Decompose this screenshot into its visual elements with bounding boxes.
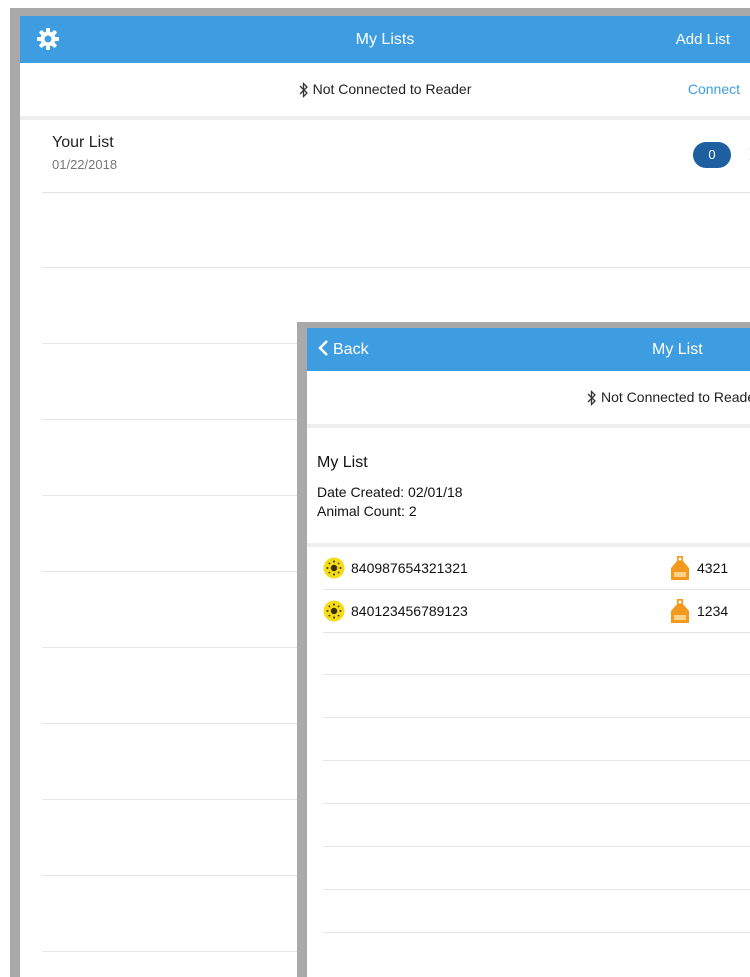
list-info-panel: My List Date Created: 02/01/18 Animal Co… xyxy=(307,428,750,547)
chevron-left-icon xyxy=(318,340,328,357)
eid-tag-icon xyxy=(323,600,345,622)
animal-row[interactable]: 840123456789123 1234 xyxy=(323,590,750,633)
animal-row[interactable]: 840987654321321 4321 xyxy=(323,547,750,590)
row-divider xyxy=(42,267,750,268)
back-label: Back xyxy=(333,341,369,358)
add-list-button[interactable]: Add List xyxy=(676,16,730,63)
eid-tag-icon xyxy=(323,557,345,579)
connect-button[interactable]: Connect xyxy=(688,63,740,116)
visual-tag-number: 1234 xyxy=(697,603,729,619)
row-divider xyxy=(323,846,750,847)
reader-status-bar: Not Connected to Reader Connect xyxy=(20,63,750,120)
eid-number: 840987654321321 xyxy=(351,560,468,576)
animal-count: Animal Count: 2 xyxy=(317,503,417,519)
ear-tag-icon xyxy=(671,599,689,623)
reader-status-text: Not Connected to Reader xyxy=(601,389,750,405)
row-divider xyxy=(323,717,750,718)
list-detail-screen: Back My List Not Connected to Reader My … xyxy=(297,322,750,977)
row-divider xyxy=(323,674,750,675)
reader-status: Not Connected to Reader xyxy=(20,63,750,116)
count-badge: 0 xyxy=(693,142,731,168)
row-divider xyxy=(323,760,750,761)
list-item[interactable]: Your List 01/22/2018 0 xyxy=(42,120,750,193)
back-button[interactable]: Back xyxy=(317,328,369,371)
reader-status-bar: Not Connected to Reader xyxy=(307,371,750,428)
bluetooth-icon xyxy=(299,82,308,99)
ear-tag-icon xyxy=(671,556,689,580)
list-name: My List xyxy=(317,454,368,471)
row-divider xyxy=(323,803,750,804)
visual-tag-number: 4321 xyxy=(697,560,729,576)
reader-status-text: Not Connected to Reader xyxy=(312,81,472,97)
list-detail-navbar: Back My List xyxy=(307,328,750,371)
list-date: 01/22/2018 xyxy=(52,157,118,172)
my-lists-navbar: My Lists Add List xyxy=(20,16,750,63)
list-name: Your List xyxy=(52,134,114,151)
page-title: My List xyxy=(652,341,703,358)
row-divider xyxy=(323,889,750,890)
bluetooth-icon xyxy=(587,390,596,407)
row-divider xyxy=(323,932,750,933)
eid-number: 840123456789123 xyxy=(351,603,468,619)
page-title: My Lists xyxy=(355,31,415,48)
date-created: Date Created: 02/01/18 xyxy=(317,484,463,500)
reader-status: Not Connected to Reader xyxy=(587,371,750,424)
